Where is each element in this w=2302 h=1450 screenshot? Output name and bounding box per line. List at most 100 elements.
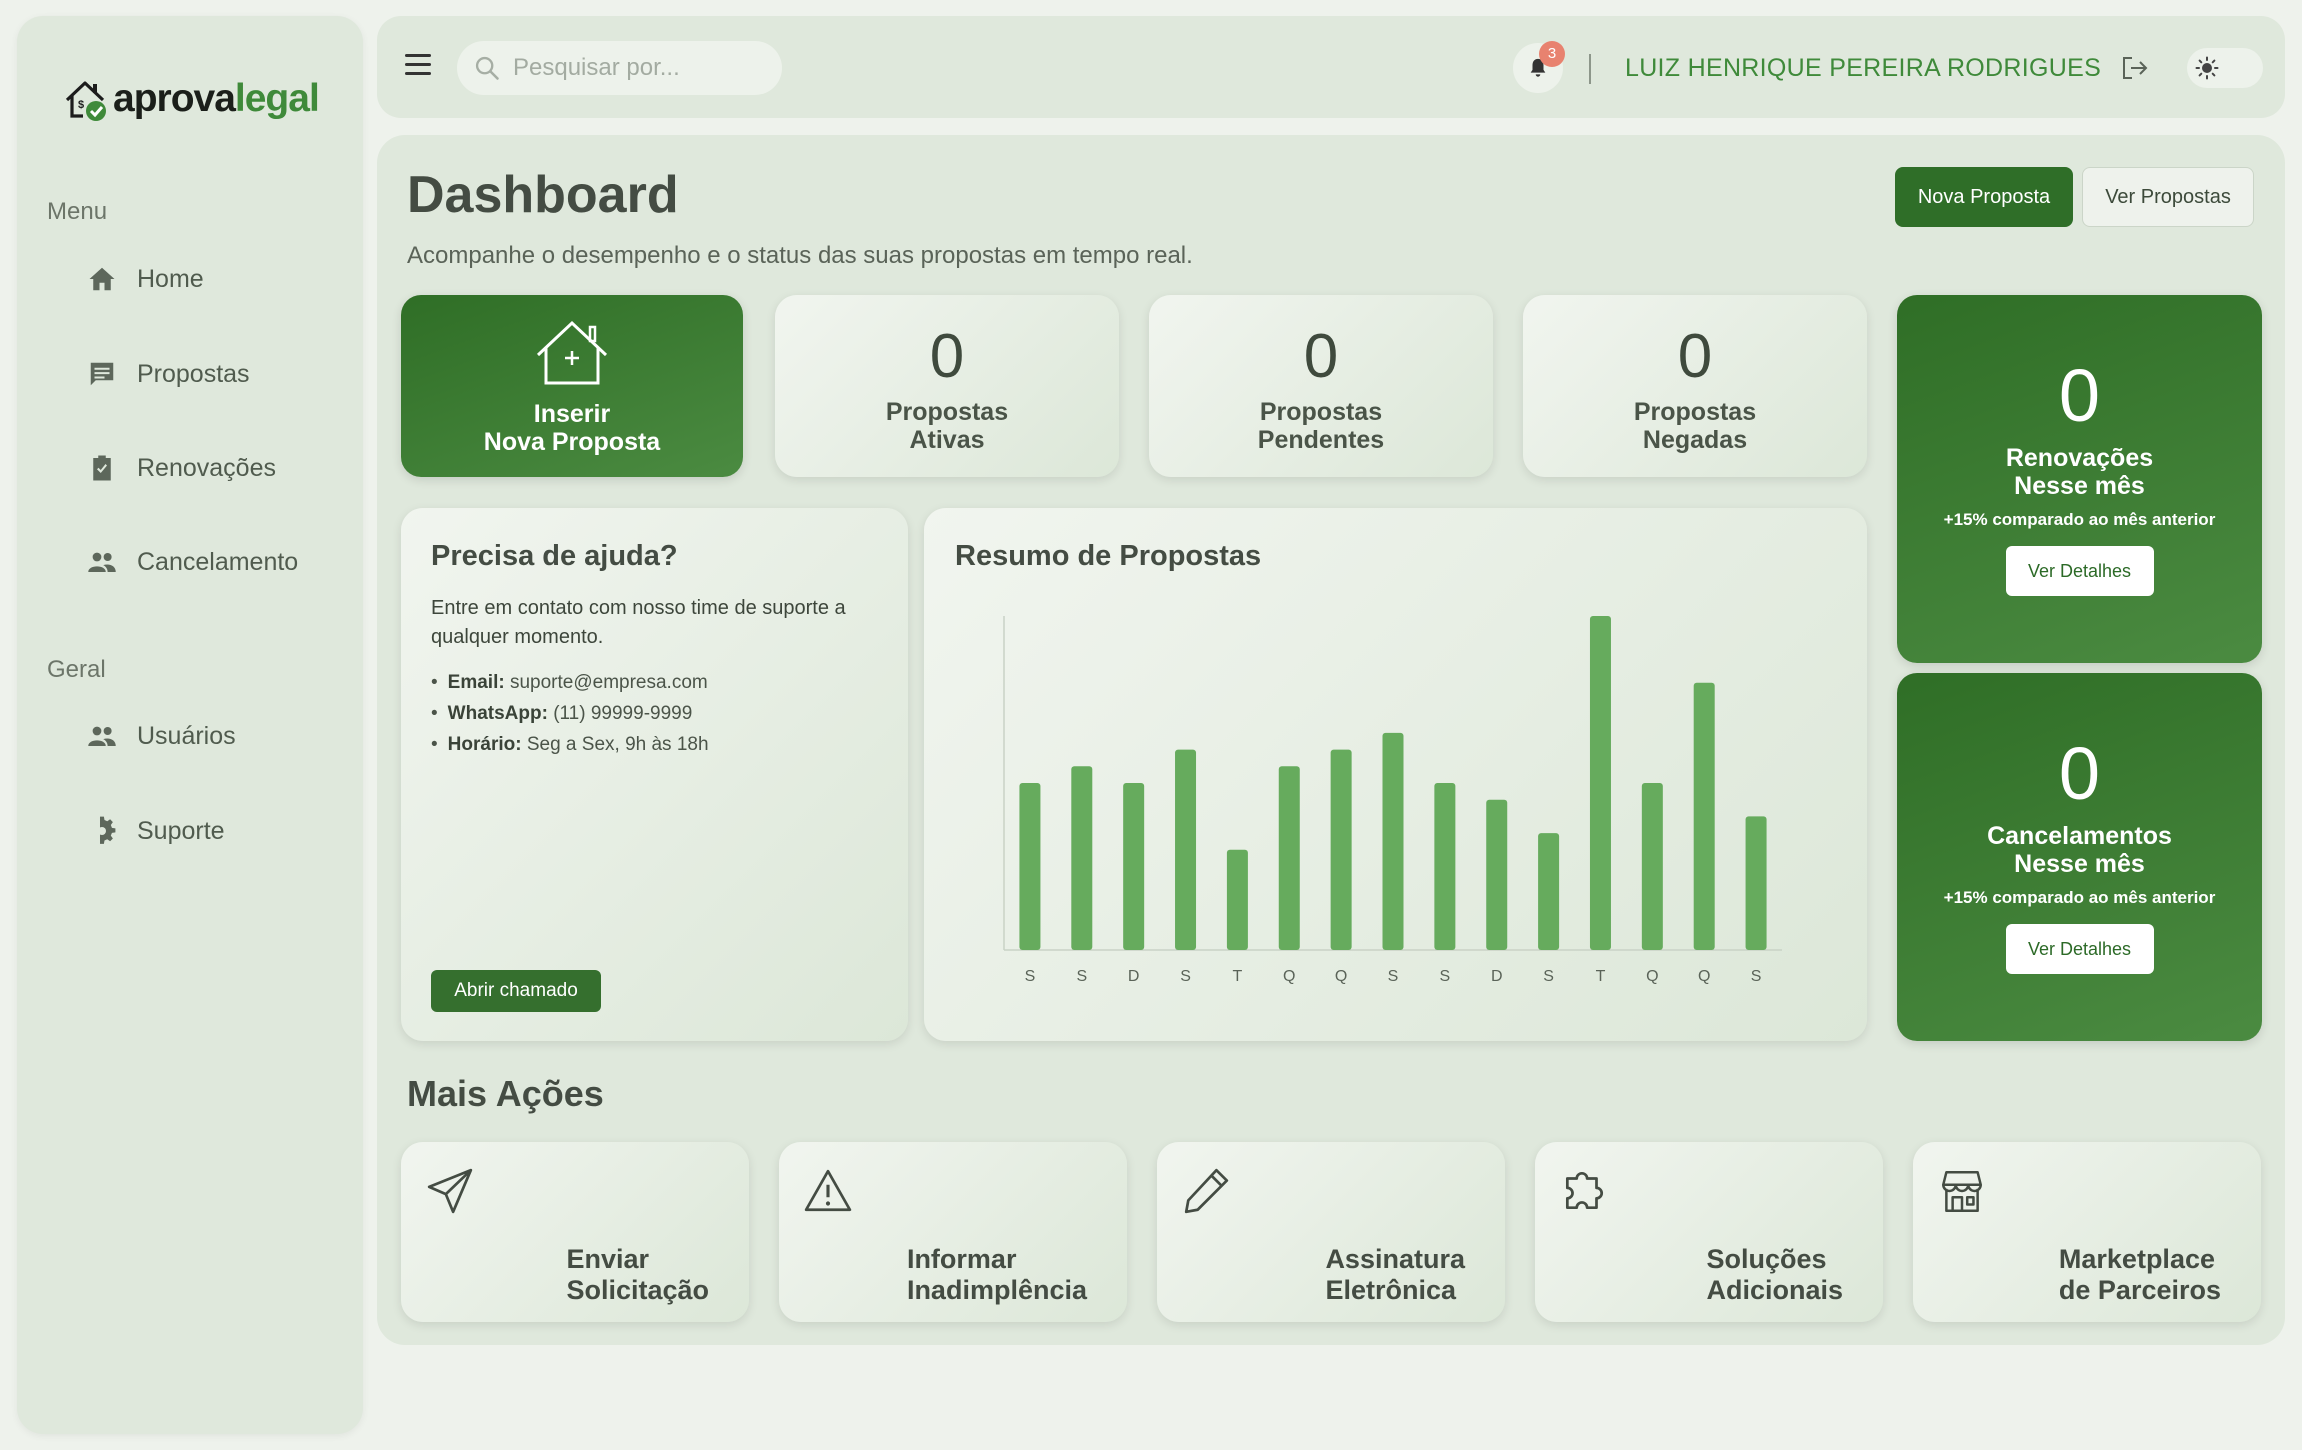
insert-proposal-label: Inserir Nova Proposta	[401, 400, 743, 456]
users-icon	[88, 552, 116, 572]
chart-bar[interactable]	[1538, 833, 1560, 950]
theme-toggle[interactable]	[2187, 48, 2263, 88]
chart-bar[interactable]	[1019, 783, 1041, 950]
additional-solutions-card[interactable]: Soluções Adicionais	[1535, 1142, 1883, 1322]
partners-marketplace-label: Marketplace de Parceiros	[2059, 1244, 2221, 1306]
menu-section-title: Menu	[47, 198, 108, 225]
proposals-summary-card: Resumo de Propostas SSDSTQQSSDSTQQS	[924, 508, 1867, 1041]
send-request-card[interactable]: Enviar Solicitação	[401, 1142, 749, 1322]
chart-bar[interactable]	[1693, 682, 1715, 950]
main-content: Dashboard Acompanhe o desempenho e o sta…	[377, 135, 2285, 1345]
renewals-line1: Renovações	[2005, 444, 2154, 472]
additional-solutions-line1: Soluções	[1706, 1244, 1827, 1274]
help-hours-value: Seg a Sex, 9h às 18h	[526, 734, 709, 755]
denied-proposals-card: 0 Propostas Negadas	[1523, 295, 1867, 477]
chart-x-tick-label: S	[1180, 968, 1191, 985]
sidebar-item-usuarios[interactable]: Usuários	[87, 721, 236, 751]
house-plus-icon	[536, 320, 608, 385]
notifications-button[interactable]: 3	[1513, 41, 1565, 93]
help-email-value[interactable]: suporte@empresa.com	[510, 672, 708, 693]
help-contact-list: Email: suporte@empresa.com WhatsApp: (11…	[431, 672, 709, 765]
help-email: Email: suporte@empresa.com	[431, 672, 709, 694]
sidebar-item-suporte[interactable]: Suporte	[87, 816, 225, 846]
new-proposal-button[interactable]: Nova Proposta	[1895, 167, 2073, 227]
more-actions-title: Mais Ações	[407, 1073, 604, 1114]
user-name[interactable]: LUIZ HENRIQUE PEREIRA RODRIGUES	[1625, 54, 2101, 83]
chart-bar[interactable]	[1382, 732, 1404, 950]
pending-proposals-line1: Propostas	[1259, 398, 1383, 426]
renewals-note: +15% comparado ao mês anterior	[1943, 510, 2216, 529]
open-ticket-button[interactable]: Abrir chamado	[431, 970, 601, 1012]
search-icon	[475, 56, 499, 80]
help-email-label: Email:	[447, 672, 505, 693]
search-bar[interactable]	[457, 41, 782, 95]
chart-bar[interactable]	[1175, 749, 1197, 950]
help-whatsapp: WhatsApp: (11) 99999-9999	[431, 703, 709, 725]
e-signature-card[interactable]: Assinatura Eletrônica	[1157, 1142, 1505, 1322]
view-proposals-button[interactable]: Ver Propostas	[2082, 167, 2254, 227]
partners-marketplace-line1: Marketplace	[2058, 1244, 2215, 1274]
chart-bar[interactable]	[1589, 616, 1611, 950]
chart-x-tick-label: D	[1491, 968, 1503, 985]
chart-bar[interactable]	[1123, 783, 1145, 950]
store-icon	[1942, 1171, 1982, 1213]
puzzle-icon	[1565, 1172, 1603, 1210]
notification-badge: 3	[1539, 41, 1565, 67]
sidebar-item-label: Renovações	[137, 453, 276, 482]
renewals-details-button[interactable]: Ver Detalhes	[2005, 546, 2154, 596]
cancellations-value: 0	[2058, 732, 2101, 815]
partners-marketplace-card[interactable]: Marketplace de Parceiros	[1913, 1142, 2261, 1322]
pending-proposals-line2: Pendentes	[1257, 426, 1385, 454]
logo-text-part1: aprova	[113, 77, 236, 120]
sidebar-item-cancelamento[interactable]: Cancelamento	[87, 547, 298, 577]
home-icon	[89, 267, 115, 291]
cancellations-line1: Cancelamentos	[1987, 822, 2172, 850]
chart-x-tick-label: S	[1076, 968, 1087, 985]
logo-text-part2: legal	[234, 77, 320, 120]
sidebar-item-home[interactable]: Home	[87, 264, 204, 294]
chart-x-tick-label: Q	[1698, 968, 1710, 985]
active-proposals-label: Propostas Ativas	[775, 398, 1119, 454]
report-default-line1: Informar	[906, 1244, 1017, 1274]
report-default-line2: Inadimplência	[906, 1275, 1087, 1305]
sidebar-item-propostas[interactable]: Propostas	[87, 359, 250, 389]
chart-bar[interactable]	[1486, 799, 1508, 950]
hamburger-menu-icon[interactable]	[405, 54, 431, 78]
sidebar-item-label: Cancelamento	[137, 547, 299, 576]
send-icon	[427, 1168, 473, 1214]
send-request-line2: Solicitação	[566, 1275, 709, 1305]
chart-bar[interactable]	[1641, 783, 1663, 950]
chart-bar[interactable]	[1071, 766, 1093, 950]
users-icon	[88, 726, 116, 746]
help-title: Precisa de ajuda?	[431, 540, 678, 572]
chart-bar[interactable]	[1278, 766, 1300, 950]
help-text: Entre em contato com nosso time de supor…	[431, 597, 846, 648]
renewals-card: 0 Renovações Nesse mês +15% comparado ao…	[1897, 295, 2262, 663]
renewals-line2: Nesse mês	[2014, 472, 2145, 500]
report-default-card[interactable]: Informar Inadimplência	[779, 1142, 1127, 1322]
chart-bar[interactable]	[1434, 783, 1456, 950]
chart-x-tick-label: S	[1543, 968, 1554, 985]
renewals-label: Renovações Nesse mês	[1897, 444, 2262, 500]
logo[interactable]: $ aprovalegal	[61, 74, 320, 124]
pending-proposals-card: 0 Propostas Pendentes	[1149, 295, 1493, 477]
chart-x-tick-label: D	[1128, 968, 1140, 985]
sidebar-item-renovacoes[interactable]: Renovações	[87, 453, 276, 483]
chart-bar[interactable]	[1226, 849, 1248, 950]
page-title: Dashboard	[407, 166, 679, 224]
chart-bar[interactable]	[1745, 816, 1767, 950]
cancellations-note: +15% comparado ao mês anterior	[1943, 888, 2216, 907]
search-input[interactable]	[513, 54, 753, 82]
insert-proposal-card[interactable]: Inserir Nova Proposta	[401, 295, 743, 477]
sidebar: $ aprovalegal Menu Home Propostas Renova…	[17, 16, 363, 1434]
report-default-label: Informar Inadimplência	[907, 1244, 1087, 1306]
chart-bar[interactable]	[1330, 749, 1352, 950]
general-section-title: Geral	[47, 656, 106, 683]
denied-proposals-line2: Negadas	[1642, 426, 1748, 454]
cancellations-details-button[interactable]: Ver Detalhes	[2005, 924, 2154, 974]
house-check-icon: $	[65, 81, 106, 121]
logout-icon[interactable]	[2119, 52, 2151, 84]
e-signature-line1: Assinatura	[1325, 1244, 1465, 1274]
sidebar-item-label: Suporte	[137, 816, 225, 845]
help-hours-label: Horário:	[447, 734, 522, 755]
